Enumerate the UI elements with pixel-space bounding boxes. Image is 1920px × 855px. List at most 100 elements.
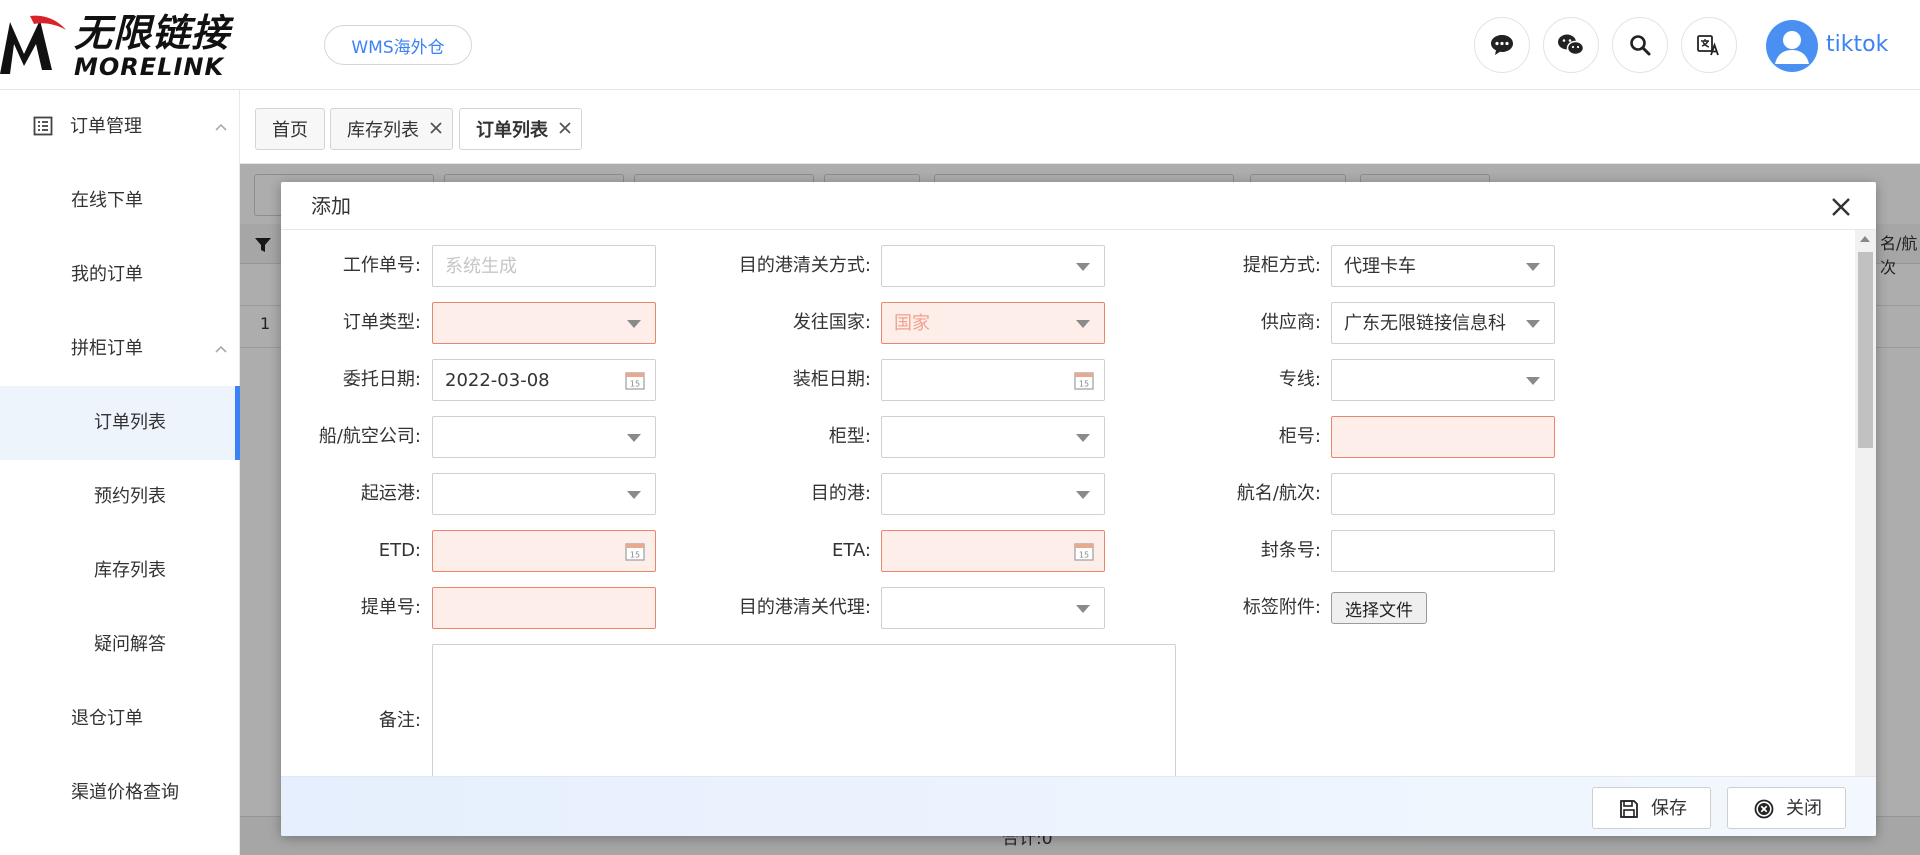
bl-no-input[interactable] [432,587,656,629]
supplier-value: 广东无限链接信息科 [1344,313,1506,334]
carrier-select[interactable] [432,416,656,458]
dialog-title-bar: 添加 [281,182,1876,230]
chevron-down-icon [1526,377,1540,385]
save-button[interactable]: 保存 [1592,787,1711,829]
sidebar-item-inventory-list[interactable]: 库存列表 [0,534,240,608]
field-label: 工作单号: [342,255,421,276]
chevron-up-icon [215,345,227,353]
dest-clearance-agent-select[interactable] [881,587,1105,629]
close-icon[interactable] [1830,196,1852,218]
tab-label: 订单列表 [476,120,548,141]
chat-bubble-icon [1491,35,1513,55]
user-avatar[interactable] [1766,20,1818,72]
dialog-footer: 保存 关闭 [281,776,1876,836]
pickup-mode-select[interactable]: 代理卡车 [1331,245,1555,287]
field-label: 目的港清关方式: [738,255,871,276]
username-link[interactable]: tiktok [1826,30,1888,60]
chevron-down-icon [1076,491,1090,499]
wms-overseas-warehouse-button[interactable]: WMS海外仓 [324,25,472,65]
search-button[interactable] [1612,17,1668,73]
origin-port-select[interactable] [432,473,656,515]
translate-button[interactable] [1681,17,1737,73]
tab-home[interactable]: 首页 [255,108,325,150]
entrust-date-input[interactable]: 2022-03-08 15 [432,359,656,401]
field-label: 委托日期: [342,369,421,390]
sidebar-item-label: 退仓订单 [71,708,143,729]
dialog-form: 工作单号: 系统生成 目的港清关方式: 提柜方式: 代理卡车 订单类型: 发往国… [281,230,1853,776]
wechat-button[interactable] [1543,17,1599,73]
sidebar-item-channel-price-query[interactable]: 渠道价格查询 [0,756,240,830]
chevron-down-icon [627,320,641,328]
special-line-select[interactable] [1331,359,1555,401]
sidebar-item-order-management[interactable]: 订单管理 [0,90,240,164]
sidebar-item-order-list[interactable]: 订单列表 [0,386,240,460]
close-button[interactable]: 关闭 [1727,787,1846,829]
chevron-down-icon [1076,263,1090,271]
field-label: 封条号: [1260,540,1321,561]
container-no-input[interactable] [1331,416,1555,458]
sidebar-item-online-order[interactable]: 在线下单 [0,164,240,238]
field-label: 柜号: [1278,426,1321,447]
remarks-textarea[interactable] [432,644,1176,776]
order-type-select[interactable] [432,302,656,344]
sidebar-item-consolidation-orders[interactable]: 拼柜订单 [0,312,240,386]
calendar-icon[interactable]: 15 [1073,369,1095,391]
close-button-label: 关闭 [1786,798,1822,819]
chevron-down-icon [1076,605,1090,613]
scroll-up-arrow-icon[interactable] [1860,236,1870,242]
chat-button[interactable] [1474,17,1530,73]
top-header: 无限链接 MORELINK WMS海外仓 tiktok [0,0,1920,90]
sidebar-item-faq[interactable]: 疑问解答 [0,608,240,682]
field-label: 目的港清关代理: [738,597,871,618]
calendar-icon[interactable]: 15 [1073,540,1095,562]
morelink-logo-mark-icon [0,15,66,74]
sidebar-item-label: 在线下单 [71,190,143,211]
tab-inventory-list[interactable]: 库存列表 [330,108,453,150]
brand-logo[interactable]: 无限链接 MORELINK [0,10,240,80]
pickup-mode-value: 代理卡车 [1344,256,1416,277]
etd-input[interactable]: 15 [432,530,656,572]
eta-input[interactable]: 15 [881,530,1105,572]
field-label: 专线: [1278,369,1321,390]
calendar-icon[interactable]: 15 [624,540,646,562]
sidebar-item-my-orders[interactable]: 我的订单 [0,238,240,312]
sidebar-item-label: 订单管理 [70,116,142,137]
brand-name-en: MORELINK [74,53,225,81]
field-label: 柜型: [828,426,871,447]
scrollbar-thumb[interactable] [1858,252,1873,448]
dest-country-select[interactable]: 国家 [881,302,1105,344]
dialog-scrollbar[interactable] [1855,230,1876,776]
supplier-select[interactable]: 广东无限链接信息科 [1331,302,1555,344]
field-label: 船/航空公司: [318,426,421,447]
sidebar-item-label: 渠道价格查询 [71,782,179,803]
loading-date-input[interactable]: 15 [881,359,1105,401]
close-tab-icon[interactable] [429,121,443,135]
seal-no-input[interactable] [1331,530,1555,572]
chevron-up-icon [215,123,227,131]
close-tab-icon[interactable] [558,121,572,135]
field-label: 提柜方式: [1242,255,1321,276]
entrust-date-value: 2022-03-08 [445,370,550,391]
sidebar-item-label: 疑问解答 [94,634,166,655]
svg-text:15: 15 [1079,380,1089,389]
work-no-input[interactable]: 系统生成 [432,245,656,287]
field-label: 订单类型: [342,312,421,333]
field-label: ETD: [378,540,421,561]
tab-order-list[interactable]: 订单列表 [459,108,582,150]
svg-text:15: 15 [630,380,640,389]
calendar-icon[interactable]: 15 [624,369,646,391]
translate-icon [1697,35,1719,56]
container-type-select[interactable] [881,416,1105,458]
field-label: ETA: [831,540,871,561]
sidebar-item-return-orders[interactable]: 退仓订单 [0,682,240,756]
chevron-down-icon [1076,434,1090,442]
vessel-voyage-input[interactable] [1331,473,1555,515]
choose-file-button[interactable]: 选择文件 [1331,592,1427,624]
dest-clearance-select[interactable] [881,245,1105,287]
field-label: 备注: [378,710,421,731]
dest-port-select[interactable] [881,473,1105,515]
sidebar-item-booking-list[interactable]: 预约列表 [0,460,240,534]
wechat-icon [1558,34,1585,56]
sidebar-item-label: 订单列表 [94,412,166,433]
field-label: 供应商: [1260,312,1321,333]
